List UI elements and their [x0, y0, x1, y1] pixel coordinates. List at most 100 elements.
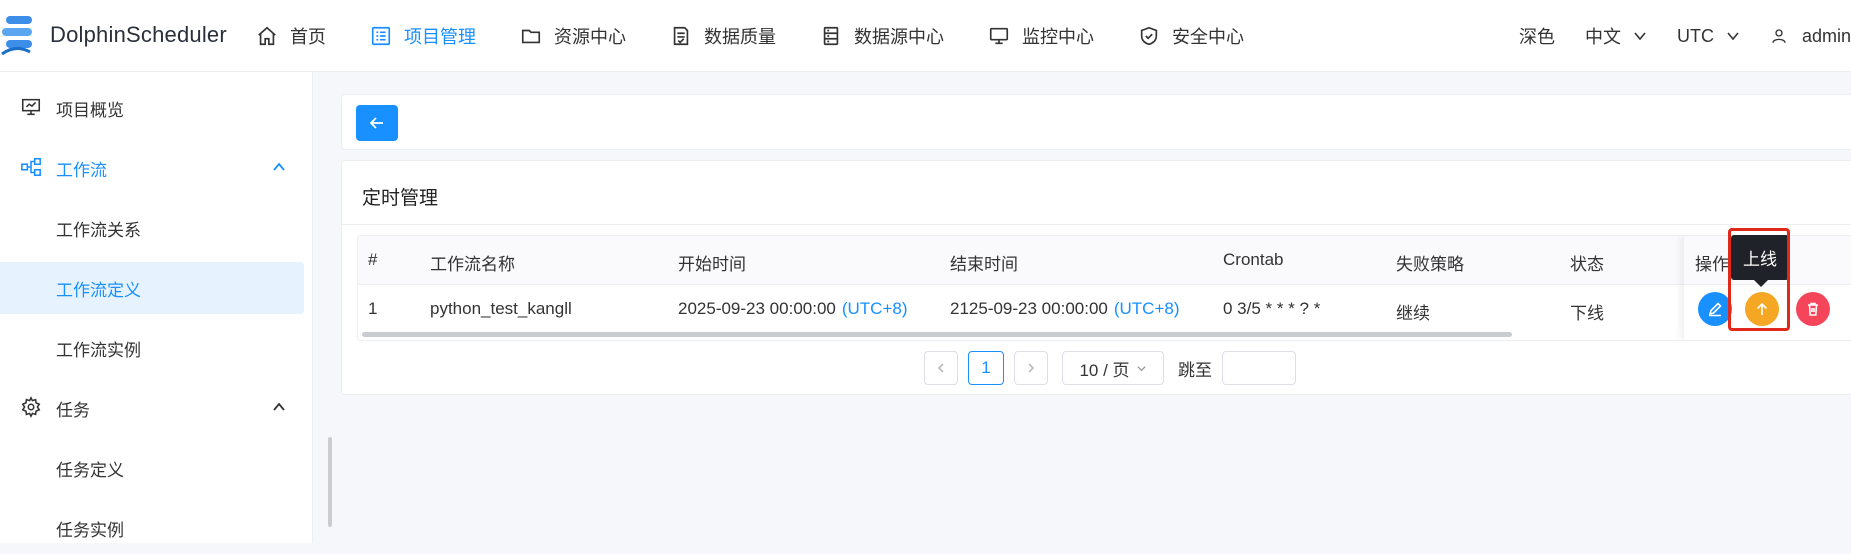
nav-security-label: 安全中心	[1172, 27, 1244, 47]
chevron-up-icon	[273, 402, 285, 411]
home-icon	[258, 26, 276, 46]
nav-monitor[interactable]: 监控中心	[988, 23, 1094, 49]
chevron-down-icon	[1136, 365, 1146, 371]
nav-data-quality-label: 数据质量	[704, 27, 776, 47]
sidebar-item-label: 项目概览	[56, 100, 124, 120]
gear-icon	[21, 396, 41, 418]
overview-icon	[21, 98, 41, 116]
cell-start-time: 2025-09-23 00:00:00 (UTC+8)	[678, 299, 908, 319]
folder-icon	[521, 29, 541, 44]
cell-workflow-name: python_test_kangll	[430, 299, 572, 318]
start-timezone: (UTC+8)	[841, 299, 908, 318]
nav-datasource[interactable]: 数据源中心	[820, 23, 944, 49]
right-tools: 深色 中文 UTC admin	[1489, 0, 1851, 72]
page-size-label: 10 / 页	[1079, 360, 1130, 380]
th-workflow-name: 工作流名称	[430, 255, 515, 274]
monitor-icon	[989, 27, 1009, 45]
th-end-time: 结束时间	[950, 255, 1018, 274]
language-label: 中文	[1584, 27, 1621, 47]
cell-status: 下线	[1570, 304, 1604, 323]
nav-data-quality[interactable]: 数据质量	[670, 23, 776, 49]
nav-monitor-label: 监控中心	[1022, 27, 1094, 47]
app-title: DolphinScheduler	[50, 22, 227, 47]
jump-label: 跳至	[1178, 360, 1212, 380]
nav-resource[interactable]: 资源中心	[520, 23, 626, 49]
schedule-table: # 工作流名称 开始时间 结束时间 Crontab 失败策略 状态 操作 1 p…	[357, 235, 1851, 341]
data-quality-icon	[673, 26, 689, 46]
nav-resource-label: 资源中心	[554, 27, 626, 47]
back-button[interactable]	[356, 105, 398, 141]
workflow-icon	[21, 157, 41, 177]
pagination: 1 10 / 页 跳至	[924, 350, 1296, 386]
chevron-down-icon	[1634, 32, 1646, 41]
user-icon	[1772, 29, 1786, 43]
sidebar-item-workflow-relation[interactable]: 工作流关系	[0, 202, 304, 254]
next-page-button[interactable]	[1014, 351, 1048, 385]
tooltip-arrow	[1754, 280, 1768, 287]
sidebar-item-label: 工作流定义	[56, 280, 141, 300]
timezone-select[interactable]: UTC	[1677, 26, 1740, 47]
chevron-down-icon	[1727, 32, 1739, 41]
nav-security[interactable]: 安全中心	[1138, 23, 1244, 49]
nav-project[interactable]: 项目管理	[370, 23, 476, 49]
logo[interactable]: DolphinScheduler	[0, 10, 227, 60]
chevron-up-icon	[273, 162, 285, 171]
language-select[interactable]: 中文	[1585, 23, 1647, 49]
sidebar-scrollbar[interactable]	[328, 437, 332, 527]
dolphin-logo-icon	[1, 16, 32, 56]
th-status: 状态	[1570, 255, 1604, 274]
arrow-left-icon	[369, 117, 383, 129]
chevron-left-icon	[937, 363, 944, 373]
sidebar-item-label: 任务实例	[56, 520, 124, 540]
th-index: #	[368, 250, 378, 269]
end-time-value: 2125-09-23 00:00:00	[950, 299, 1108, 318]
theme-toggle[interactable]: 深色	[1519, 23, 1555, 49]
datasource-icon	[823, 26, 839, 46]
sidebar-item-label: 工作流	[56, 160, 107, 180]
nav-home-label: 首页	[290, 27, 326, 47]
chevron-right-icon	[1028, 363, 1035, 373]
sidebar-item-workflow-definition[interactable]: 工作流定义	[0, 262, 304, 314]
jump-page-input[interactable]	[1222, 351, 1296, 385]
sidebar: 项目概览 工作流 工作流关系 工作流定义 工作流实例 任务 任务定义 任务实例	[0, 72, 313, 543]
top-navbar: DolphinScheduler 首页 项目管理 资源中心 数据质量 数据源中心…	[0, 0, 1851, 72]
sidebar-item-label: 工作流关系	[56, 220, 141, 240]
nav-home[interactable]: 首页	[256, 23, 326, 49]
sidebar-item-label: 工作流实例	[56, 340, 141, 360]
table-horizontal-scrollbar[interactable]	[362, 332, 1512, 337]
sidebar-item-workflow-instance[interactable]: 工作流实例	[0, 322, 304, 374]
start-time-value: 2025-09-23 00:00:00	[678, 299, 836, 318]
project-list-icon	[371, 26, 391, 46]
cell-crontab: 0 3/5 * * * ? *	[1223, 299, 1321, 318]
th-start-time: 开始时间	[678, 255, 746, 274]
cell-end-time: 2125-09-23 00:00:00 (UTC+8)	[950, 299, 1180, 319]
cell-index: 1	[368, 299, 378, 318]
divider	[342, 224, 1851, 225]
sidebar-item-workflow[interactable]: 工作流	[0, 142, 304, 194]
page-number-button[interactable]: 1	[968, 351, 1004, 385]
page-size-select[interactable]: 10 / 页	[1062, 351, 1164, 385]
sidebar-item-label: 任务定义	[56, 460, 124, 480]
end-timezone: (UTC+8)	[1113, 299, 1180, 318]
shield-icon	[1140, 26, 1158, 46]
toolbar-card	[341, 94, 1851, 150]
page-title: 定时管理	[362, 188, 439, 209]
sidebar-item-task[interactable]: 任务	[0, 382, 304, 434]
online-tooltip: 上线	[1731, 235, 1789, 280]
sidebar-item-label: 任务	[56, 400, 90, 420]
sidebar-item-task-instance[interactable]: 任务实例	[0, 502, 304, 554]
nav-project-label: 项目管理	[404, 27, 476, 47]
th-failure-strategy: 失败策略	[1396, 255, 1464, 274]
th-crontab: Crontab	[1223, 250, 1284, 269]
nav-datasource-label: 数据源中心	[854, 27, 944, 47]
theme-label: 深色	[1518, 27, 1555, 47]
table-row: 1 python_test_kangll 2025-09-23 00:00:00…	[358, 285, 1851, 333]
table-header: # 工作流名称 开始时间 结束时间 Crontab 失败策略 状态 操作	[358, 236, 1851, 285]
user-name: admin	[1801, 25, 1851, 46]
user-menu[interactable]: admin	[1770, 26, 1851, 47]
prev-page-button[interactable]	[924, 351, 958, 385]
sidebar-item-overview[interactable]: 项目概览	[0, 82, 304, 134]
sidebar-item-task-definition[interactable]: 任务定义	[0, 442, 304, 494]
timezone-label: UTC	[1676, 25, 1714, 46]
main-nav: 首页 项目管理 资源中心 数据质量 数据源中心 监控中心 安全中心	[256, 0, 1288, 72]
